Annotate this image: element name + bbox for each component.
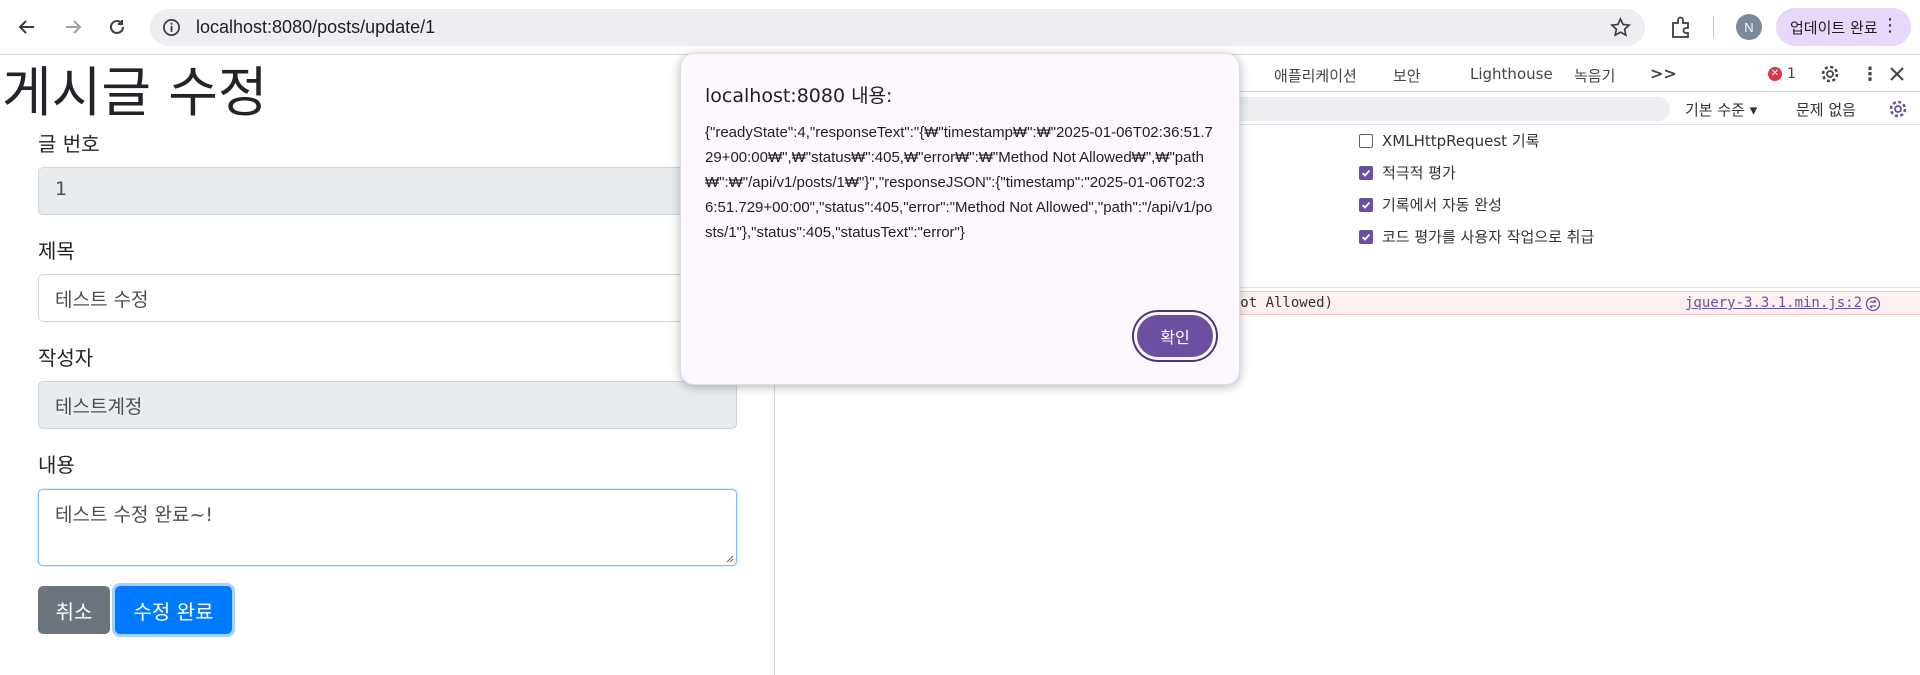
dialog-ok-button[interactable]: 확인 [1134, 312, 1216, 360]
reload-icon [110, 19, 124, 34]
arrow-left-icon [18, 20, 34, 34]
content-label: 내용 [38, 453, 75, 477]
alert-dialog: localhost:8080 내용: {"readyState":4,"resp… [680, 53, 1240, 385]
setting-autocomplete[interactable]: 기록에서 자동 완성 [1359, 194, 1502, 215]
id-label: 글 번호 [38, 132, 100, 156]
url-text[interactable]: localhost:8080/posts/update/1 [196, 17, 435, 38]
log-level-dropdown[interactable]: 기본 수준 ▾ [1685, 99, 1757, 120]
address-bar[interactable]: localhost:8080/posts/update/1 [150, 9, 1645, 46]
gear-icon[interactable] [1820, 64, 1840, 84]
toolbar-divider [1713, 16, 1714, 38]
arrow-right-icon [66, 20, 82, 34]
tab-application[interactable]: 애플리케이션 [1274, 65, 1357, 86]
check-icon [1361, 201, 1371, 209]
setting-user-activation[interactable]: 코드 평가를 사용자 작업으로 취급 [1359, 226, 1594, 247]
checkbox-checked[interactable] [1359, 197, 1373, 212]
setting-label: 기록에서 자동 완성 [1382, 196, 1502, 214]
author-label: 작성자 [38, 346, 94, 370]
check-icon [1361, 169, 1371, 177]
console-settings-icon[interactable] [1888, 99, 1908, 119]
console-source-link[interactable]: jquery-3.3.1.min.js:2 [1685, 295, 1862, 311]
checkbox-unchecked[interactable] [1359, 133, 1373, 148]
dialog-title: localhost:8080 내용: [705, 85, 893, 107]
title-field[interactable]: 테스트 수정 [38, 274, 737, 322]
error-count: 1 [1787, 66, 1796, 82]
cancel-button[interactable]: 취소 [38, 586, 110, 634]
check-icon [1361, 233, 1371, 241]
log-level-label: 기본 수준 [1685, 101, 1745, 119]
id-field[interactable]: 1 [38, 167, 737, 215]
error-counter[interactable]: ✕ 1 [1768, 66, 1796, 82]
issues-label[interactable]: 문제 없음 [1796, 99, 1856, 120]
kebab-menu-icon: ⋮ [1881, 15, 1899, 36]
devtools-kebab-icon[interactable]: ⋮ [1861, 64, 1879, 85]
setting-label: XMLHttpRequest 기록 [1382, 132, 1540, 150]
content-textarea[interactable]: 테스트 수정 완료~! [38, 489, 737, 566]
page-content: 게시글 수정 글 번호 1 제목 테스트 수정 작성자 테스트계정 내용 테스트… [0, 56, 774, 675]
setting-eager-eval[interactable]: 적극적 평가 [1359, 162, 1456, 183]
profile-avatar[interactable]: N [1736, 14, 1762, 40]
close-icon[interactable] [1887, 64, 1907, 84]
content-text: 테스트 수정 완료~! [55, 504, 213, 526]
setting-xhr-log[interactable]: XMLHttpRequest 기록 [1359, 130, 1539, 151]
back-button[interactable] [12, 12, 42, 42]
setting-label: 코드 평가를 사용자 작업으로 취급 [1382, 228, 1595, 246]
author-field[interactable]: 테스트계정 [38, 381, 737, 429]
bookmark-star-icon[interactable] [1610, 17, 1631, 38]
more-tabs-button[interactable]: >> [1650, 64, 1677, 83]
save-button[interactable]: 수정 완료 [115, 586, 232, 634]
checkbox-checked[interactable] [1359, 165, 1373, 180]
title-label: 제목 [38, 239, 75, 263]
site-info-icon[interactable] [162, 18, 181, 37]
update-button-label: 업데이트 완료 [1790, 18, 1878, 37]
checkbox-checked[interactable] [1359, 229, 1373, 244]
extensions-icon[interactable] [1668, 14, 1694, 40]
browser-toolbar: localhost:8080/posts/update/1 N 업데이트 완료 … [0, 0, 1920, 55]
resize-grip-icon[interactable] [724, 553, 734, 563]
browser-update-button[interactable]: 업데이트 완료 ⋮ [1776, 8, 1911, 46]
setting-label: 적극적 평가 [1382, 164, 1456, 182]
tab-security[interactable]: 보안 [1393, 65, 1421, 86]
tab-recorder[interactable]: 녹음기 [1574, 65, 1615, 86]
reload-button[interactable] [102, 12, 132, 42]
tab-lighthouse[interactable]: Lighthouse [1470, 65, 1553, 83]
dialog-message: {"readyState":4,"responseText":"{₩"times… [705, 124, 1213, 241]
error-icon: ✕ [1768, 67, 1782, 81]
forward-button[interactable] [58, 12, 88, 42]
network-request-icon[interactable] [1865, 296, 1881, 312]
page-title: 게시글 수정 [2, 61, 268, 124]
